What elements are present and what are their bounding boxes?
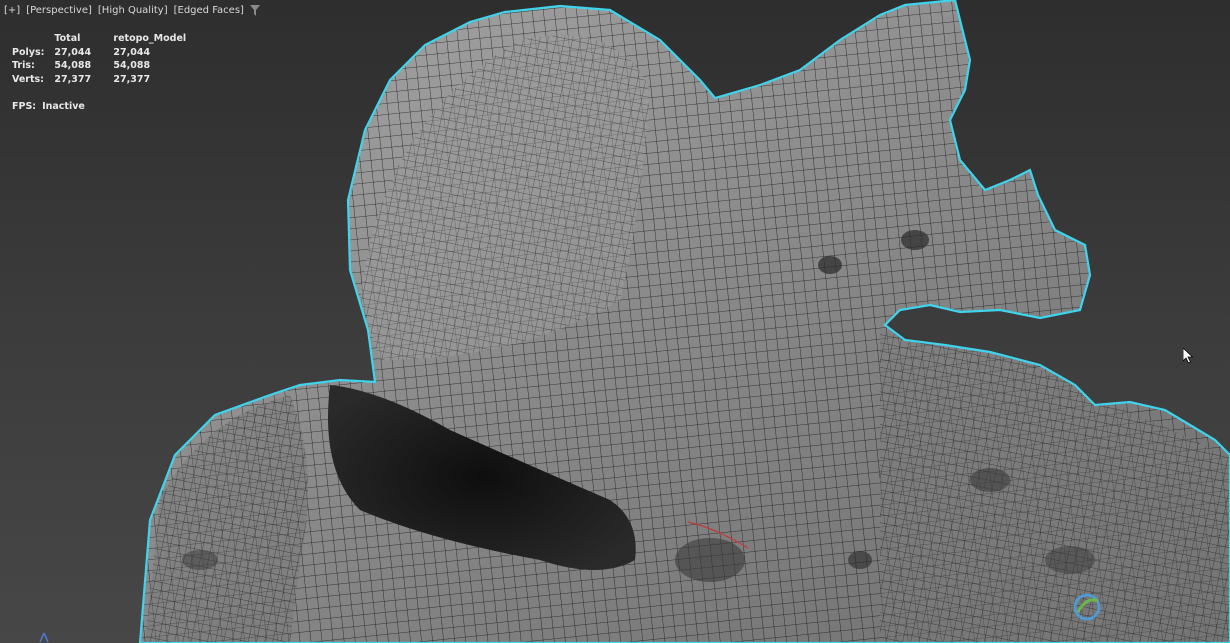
- stats-label: Polys:: [12, 46, 45, 58]
- statistics-table: Total retopo_Model Polys: 27,044 27,044 …: [12, 32, 196, 86]
- stats-row-polys: Polys: 27,044 27,044: [12, 46, 196, 60]
- statistics-overlay: Total retopo_Model Polys: 27,044 27,044 …: [12, 32, 196, 114]
- viewport-quality-menu[interactable]: [High Quality]: [98, 5, 168, 16]
- axis-gizmo-icon: [38, 628, 50, 643]
- stats-label: Verts:: [12, 73, 44, 85]
- fps-value: Inactive: [42, 101, 85, 112]
- stats-object-value: 54,088: [113, 60, 151, 71]
- stats-object-value: 27,044: [113, 46, 151, 58]
- stats-row-tris: Tris: 54,088 54,088: [12, 59, 196, 73]
- stats-total-value: 54,088: [54, 60, 92, 71]
- fps-label: FPS:: [12, 101, 37, 112]
- stats-label: Tris:: [12, 60, 35, 71]
- stats-total-value: 27,377: [54, 73, 92, 85]
- 3d-viewport[interactable]: [+] [Perspective] [High Quality] [Edged …: [0, 0, 1230, 643]
- viewport-shading-menu[interactable]: [Edged Faces]: [174, 5, 244, 16]
- fps-row: FPS: Inactive: [12, 100, 196, 114]
- viewport-menu-button[interactable]: [+]: [4, 5, 20, 16]
- stats-header-total: Total: [54, 33, 81, 44]
- stats-total-value: 27,044: [54, 46, 92, 58]
- watermark-logo: [1070, 592, 1104, 622]
- watermark-emblem-icon: [1073, 593, 1101, 621]
- stats-object-value: 27,377: [113, 73, 151, 85]
- stats-row-verts: Verts: 27,377 27,377: [12, 73, 196, 87]
- mouse-pointer-icon: [1182, 347, 1194, 368]
- stats-header-object: retopo_Model: [113, 33, 187, 44]
- funnel-icon[interactable]: [249, 5, 260, 16]
- stats-header-row: Total retopo_Model: [12, 32, 196, 46]
- viewport-view-menu[interactable]: [Perspective]: [26, 5, 92, 16]
- viewport-label: [+] [Perspective] [High Quality] [Edged …: [4, 5, 260, 16]
